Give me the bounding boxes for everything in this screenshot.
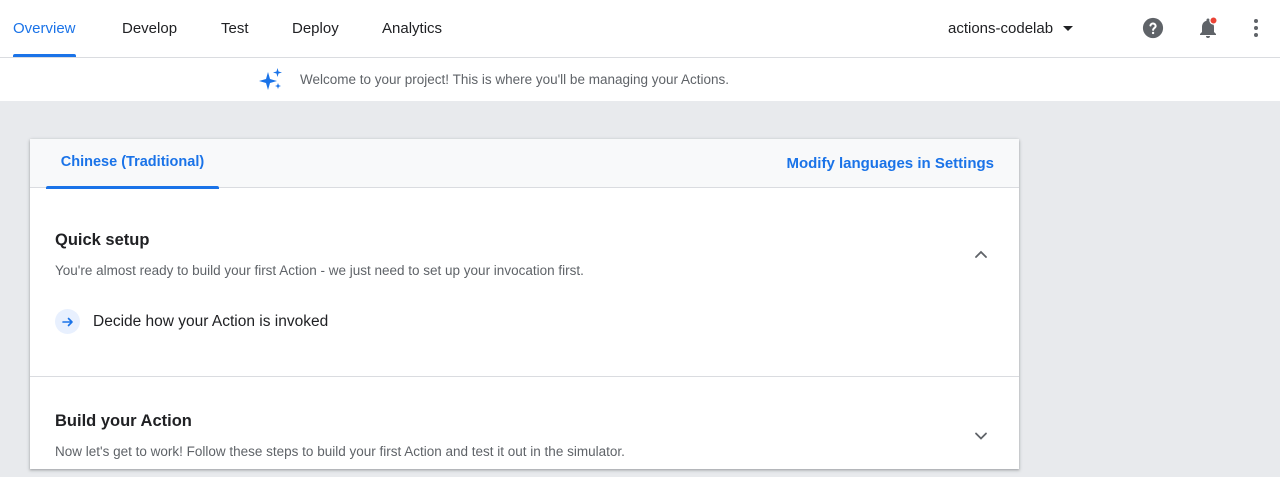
tab-test-label: Test	[221, 20, 249, 37]
chevron-up-icon[interactable]	[973, 246, 989, 262]
sparkle-icon	[259, 68, 282, 90]
top-navigation: Overview Develop Test Deploy Analytics a…	[0, 0, 1280, 58]
step-label: Decide how your Action is invoked	[93, 312, 329, 330]
active-tab-indicator	[13, 54, 76, 57]
tab-overview-label: Overview	[13, 20, 76, 37]
build-action-title: Build your Action	[55, 412, 192, 430]
modify-languages-link[interactable]: Modify languages in Settings	[786, 139, 994, 188]
caret-down-icon	[1063, 26, 1074, 31]
notifications-icon	[1200, 16, 1218, 38]
tab-develop[interactable]: Develop	[122, 0, 177, 57]
quick-setup-description: You're almost ready to build your first …	[55, 263, 584, 278]
tab-chinese-traditional[interactable]: Chinese (Traditional)	[46, 139, 219, 189]
project-name: actions-codelab	[948, 20, 1054, 37]
tab-analytics-label: Analytics	[382, 20, 443, 37]
tab-overview[interactable]: Overview	[13, 0, 76, 57]
project-overview-card: Chinese (Traditional) Modify languages i…	[30, 139, 1019, 469]
language-tabs: Chinese (Traditional) Modify languages i…	[30, 139, 1019, 189]
tab-develop-label: Develop	[122, 20, 178, 37]
chevron-down-icon[interactable]	[973, 428, 989, 444]
arrow-right-icon	[61, 317, 73, 326]
tab-test[interactable]: Test	[221, 0, 249, 57]
welcome-text: Welcome to your project! This is where y…	[300, 72, 730, 87]
build-action-section: Build your Action Now let's get to work!…	[30, 377, 1019, 477]
tab-deploy[interactable]: Deploy	[292, 0, 339, 57]
language-tab-label: Chinese (Traditional)	[60, 154, 205, 170]
more-vert-icon	[1254, 19, 1258, 37]
help-icon	[1142, 17, 1164, 39]
help-button[interactable]	[1141, 16, 1165, 40]
notification-dot	[1209, 16, 1218, 25]
more-options-button[interactable]	[1244, 16, 1268, 40]
notifications-button[interactable]	[1196, 16, 1220, 40]
step-circle	[55, 309, 80, 334]
quick-setup-title: Quick setup	[55, 231, 150, 249]
tab-deploy-label: Deploy	[292, 20, 339, 37]
welcome-banner: Welcome to your project! This is where y…	[0, 58, 1280, 101]
project-selector[interactable]: actions-codelab	[948, 0, 1074, 57]
decide-invocation-step[interactable]: Decide how your Action is invoked	[55, 309, 328, 334]
quick-setup-section: Quick setup You're almost ready to build…	[30, 188, 1019, 376]
tab-analytics[interactable]: Analytics	[382, 0, 442, 57]
